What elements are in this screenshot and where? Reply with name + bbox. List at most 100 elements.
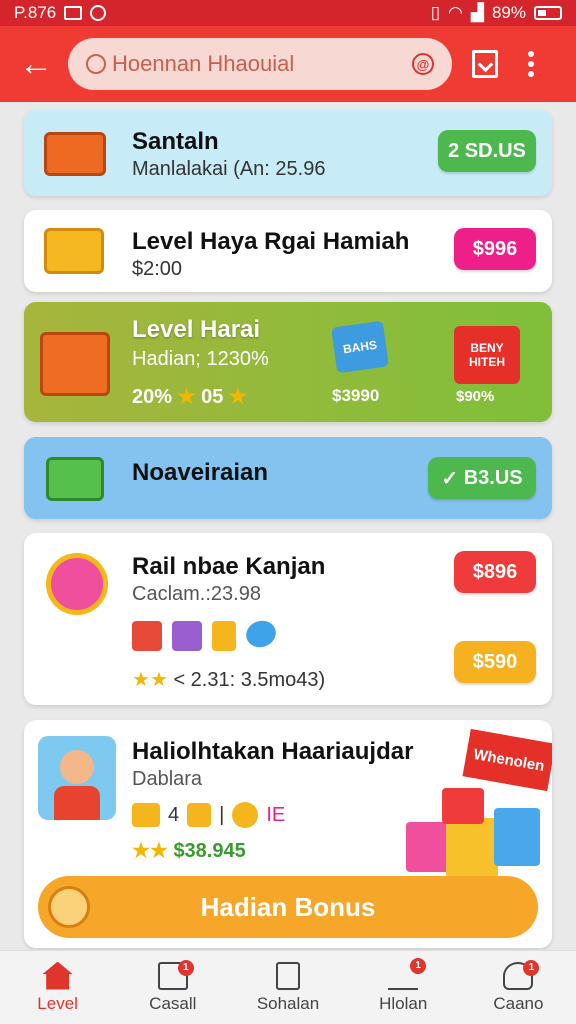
bonus-button[interactable]: Hadian Bonus (38, 876, 538, 938)
card-title: Level Haya Rgai Hamiah (132, 228, 410, 255)
gift-label: BENY HITEH (469, 341, 505, 369)
rating-row: ★★ < 2.31: 3.5mo43) (132, 667, 325, 692)
thumbs-up-icon (212, 621, 236, 651)
star-icon: ★ (132, 669, 150, 691)
gift-red-icon[interactable]: BENY HITEH (454, 326, 520, 384)
price-button-red[interactable]: $896 (454, 551, 536, 593)
nav-label: Sohalan (256, 993, 320, 1013)
avatar-body (54, 786, 100, 820)
reward-card-2[interactable]: Level Haya Rgai Hamiah $2:00 $996 (24, 210, 552, 292)
nav-label: Caano (493, 993, 544, 1013)
alert-icon[interactable]: @ (412, 53, 434, 75)
ribbon-banner: Whenolen (462, 728, 552, 792)
reward-card-3[interactable]: Level Harai Hadian; 1230% 20% ★ 05 ★ BAH… (24, 302, 552, 422)
coin-icon (232, 802, 259, 828)
door-icon (276, 961, 300, 990)
gem-chest-icon (40, 332, 110, 396)
claim-button[interactable]: ✓ B3.US (428, 457, 536, 499)
card-title: Noaveiraian (132, 459, 269, 486)
card-subtitle: Caclam.:23.98 (132, 583, 261, 605)
back-arrow-icon[interactable]: ← (14, 42, 58, 86)
reward-card-5[interactable]: Rail nbae Kanjan Caclam.:23.98 ★★ < 2.31… (24, 533, 552, 705)
price-text: $38.945 (173, 840, 246, 862)
price-row: ★★ $38.945 (132, 838, 246, 863)
list-icon: 1 (157, 959, 194, 990)
ticket-label: BAHS (342, 337, 378, 357)
battery-level: 89% (491, 3, 526, 22)
notification-icon (90, 5, 107, 21)
nav-hlolan[interactable]: 1 Hlolan (346, 951, 461, 1024)
search-input[interactable]: Hoennan Hhaouial (112, 51, 412, 77)
ribbon-label: Whenolen (472, 745, 546, 775)
nav-label: Hlolan (379, 993, 428, 1013)
gift-yellow-icon (446, 818, 498, 878)
status-bar: P.876 ▯ ◠ ▟ 89% (0, 0, 576, 26)
star-icon: ★ (177, 386, 196, 408)
card-subtitle: Dablara (132, 768, 203, 790)
app-bar: ← Hoennan Hhaouial @ (0, 26, 576, 102)
nav-label: Level (37, 993, 78, 1013)
gold-chest-icon (44, 228, 104, 274)
nav-caano[interactable]: 1 Caano (461, 951, 576, 1024)
search-bar[interactable]: Hoennan Hhaouial @ (68, 38, 452, 90)
reward-card-6[interactable]: Haliolhtakan Haariaujdar Dablara 4 | IE … (24, 720, 552, 948)
card-subtitle: Manlalakai (An: 25.96 (132, 158, 326, 180)
stats-extra: 05 (201, 386, 224, 408)
claim-button[interactable]: 2 SD.US (438, 130, 536, 172)
divider-icon: | (219, 803, 225, 826)
reward-card-1[interactable]: Santaln Manlalakai (An: 25.96 2 SD.US (24, 110, 552, 196)
card-title: Rail nbae Kanjan (132, 553, 326, 580)
status-time: P.876 (14, 3, 57, 22)
treasure-chest-icon (44, 132, 106, 176)
purple-gift-icon (172, 621, 202, 651)
avatar-face (60, 750, 94, 784)
star-icon: ★ (132, 840, 150, 862)
avatar (38, 736, 116, 820)
gift-pile-icon (406, 788, 546, 878)
star-icon: ★ (149, 840, 168, 862)
gift-blue-icon (494, 808, 540, 866)
wifi-icon: ◠ (448, 3, 463, 22)
price-button-orange[interactable]: $590 (454, 641, 536, 683)
coin-search-icon (48, 886, 90, 928)
star-icon: ★ (149, 669, 168, 691)
gift-red-top-icon (442, 788, 484, 824)
green-box-icon (46, 457, 104, 501)
home-icon (42, 961, 73, 990)
card-subtitle: Hadian; 1230% (132, 348, 269, 370)
notification-badge: 1 (410, 957, 427, 974)
more-options-icon[interactable] (528, 51, 534, 77)
card-title: Level Harai (132, 316, 261, 343)
bookmark-icon[interactable] (472, 50, 498, 78)
nav-level[interactable]: Level (0, 951, 115, 1024)
cube-icon (187, 803, 212, 827)
nav-sohalan[interactable]: Sohalan (230, 951, 345, 1024)
price-button[interactable]: $996 (454, 228, 536, 270)
battery-icon (534, 6, 562, 20)
chest-small-icon (132, 803, 160, 827)
bonus-button-label: Hadian Bonus (200, 891, 376, 922)
gallery-icon (64, 6, 83, 20)
items-row: 4 | IE (132, 802, 285, 828)
card-stats: 20% ★ 05 ★ (132, 384, 247, 409)
gift-price: $90% (456, 388, 495, 405)
share-icon: 1 (388, 957, 427, 990)
ticket-blue-icon[interactable]: BAHS (331, 320, 389, 374)
items-count: 4 (168, 803, 180, 826)
card-title: Haliolhtakan Haariaujdar (132, 738, 414, 765)
star-icon: ★ (228, 386, 247, 408)
gem-icon (242, 616, 280, 652)
bottom-navigation: Level 1 Casall Sohalan 1 Hlolan 1 Caano (0, 950, 576, 1024)
signal-icon: ▟ (470, 3, 484, 22)
gift-pink-icon (406, 822, 450, 872)
items-value: IE (266, 803, 286, 826)
reward-card-4[interactable]: Noaveiraian ✓ B3.US (24, 437, 552, 519)
claim-label: B3.US (463, 466, 523, 489)
stats-percent: 20% (132, 386, 173, 408)
compass-medal-icon (46, 553, 108, 615)
card-subtitle: $2:00 (132, 258, 183, 280)
notification-badge: 1 (177, 959, 194, 976)
check-icon: ✓ (441, 467, 464, 490)
nav-casall[interactable]: 1 Casall (115, 951, 230, 1024)
profile-icon: 1 (503, 959, 540, 990)
